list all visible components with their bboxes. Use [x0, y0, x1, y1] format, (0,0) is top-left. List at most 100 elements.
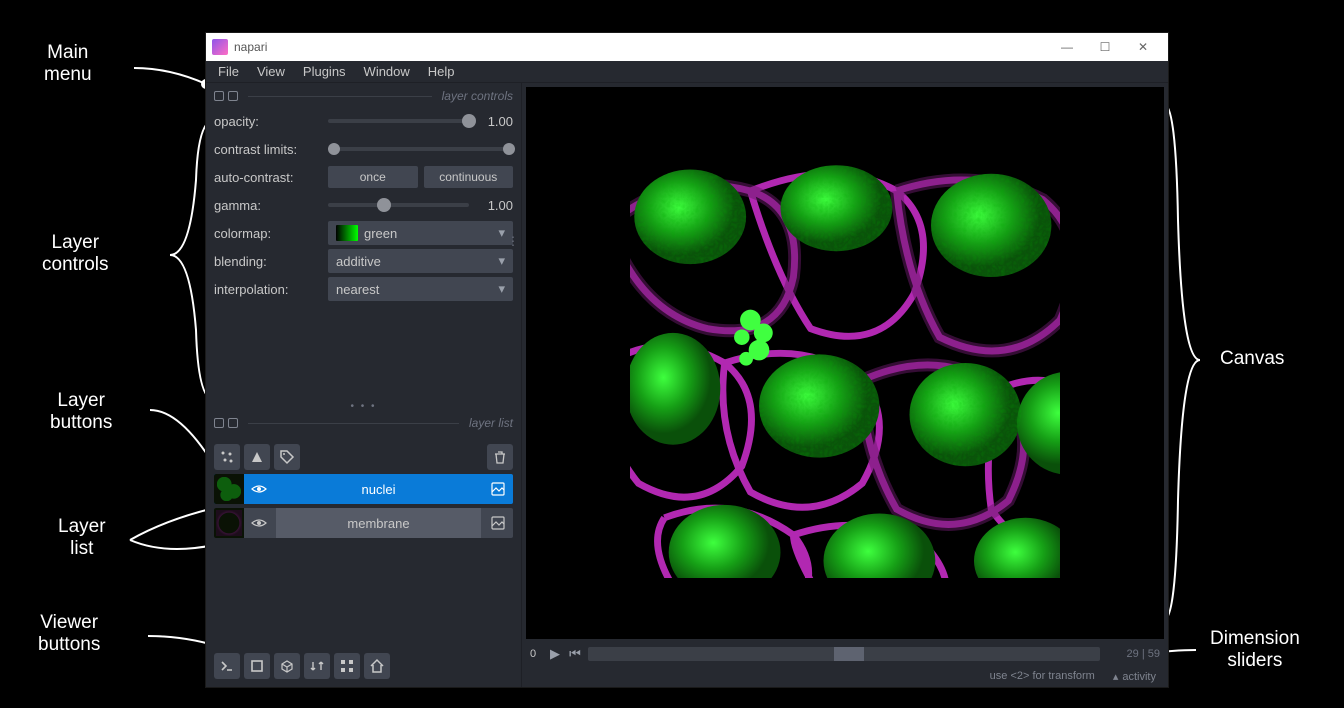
new-points-button[interactable]: [214, 444, 240, 470]
annotation-main-menu: Main menu: [44, 42, 92, 86]
layer-row-membrane[interactable]: membrane: [214, 508, 513, 538]
points-icon: [219, 449, 235, 465]
blending-value: additive: [336, 254, 381, 269]
layer-type-icon: [483, 482, 513, 496]
status-bar: use <2> for transform activity: [522, 665, 1168, 687]
app-window: napari — ☐ ✕ File View Plugins Window He…: [206, 33, 1168, 687]
panel-toggle-icon[interactable]: [214, 91, 224, 101]
auto-contrast-continuous-button[interactable]: continuous: [424, 166, 514, 188]
layer-name: membrane: [347, 516, 409, 531]
panel-float-icon[interactable]: [228, 91, 238, 101]
transpose-button[interactable]: [304, 653, 330, 679]
new-shapes-button[interactable]: [244, 444, 270, 470]
layer-controls-panel: layer controls opacity: 1.00 contrast li…: [206, 83, 521, 399]
window-maximize-button[interactable]: ☐: [1086, 35, 1124, 59]
layer-list-panel: layer list: [206, 414, 521, 440]
gamma-slider[interactable]: [328, 203, 469, 207]
title-bar[interactable]: napari — ☐ ✕: [206, 33, 1168, 61]
panel-toggle-icon[interactable]: [214, 418, 224, 428]
annotation-dim-sliders: Dimension sliders: [1210, 628, 1300, 672]
window-minimize-button[interactable]: —: [1048, 35, 1086, 59]
layer-visibility-toggle[interactable]: [244, 481, 274, 497]
home-button[interactable]: [364, 653, 390, 679]
interpolation-value: nearest: [336, 282, 379, 297]
ndisplay-button[interactable]: [244, 653, 270, 679]
layer-thumbnail: [214, 508, 244, 538]
grid-icon: [339, 658, 355, 674]
app-icon: [212, 39, 228, 55]
eye-icon: [251, 481, 267, 497]
layer-visibility-toggle[interactable]: [244, 515, 274, 531]
activity-toggle[interactable]: activity: [1113, 670, 1156, 683]
colormap-label: colormap:: [214, 226, 322, 241]
viewer-buttons-row: [206, 645, 521, 687]
menu-window[interactable]: Window: [356, 62, 418, 81]
image-icon: [491, 516, 505, 530]
blending-select[interactable]: additive ▾: [328, 249, 513, 273]
console-icon: [219, 658, 235, 674]
panel-float-icon[interactable]: [228, 418, 238, 428]
canvas[interactable]: [526, 87, 1164, 639]
blending-label: blending:: [214, 254, 322, 269]
home-icon: [369, 658, 385, 674]
trash-icon: [492, 449, 508, 465]
opacity-slider[interactable]: [328, 119, 469, 123]
dim-readout: 29 | 59: [1106, 648, 1160, 660]
gamma-value: 1.00: [477, 198, 513, 213]
side-panel: layer controls opacity: 1.00 contrast li…: [206, 83, 522, 687]
eye-icon: [251, 515, 267, 531]
annotation-viewer-buttons: Viewer buttons: [38, 612, 100, 656]
interpolation-label: interpolation:: [214, 282, 322, 297]
menu-bar: File View Plugins Window Help: [206, 61, 1168, 83]
opacity-label: opacity:: [214, 114, 322, 129]
dim-play-button[interactable]: ▶: [548, 647, 562, 661]
layer-name: nuclei: [362, 482, 396, 497]
layer-thumbnail: [214, 474, 244, 504]
menu-help[interactable]: Help: [420, 62, 463, 81]
tag-icon: [279, 449, 295, 465]
menu-view[interactable]: View: [249, 62, 293, 81]
annotation-layer-list: Layer list: [58, 516, 106, 560]
menu-plugins[interactable]: Plugins: [295, 62, 354, 81]
roll-dims-button[interactable]: [274, 653, 300, 679]
contrast-label: contrast limits:: [214, 142, 322, 157]
cube-roll-icon: [279, 658, 295, 674]
panel-splitter[interactable]: • • •: [206, 399, 521, 414]
annotation-canvas: Canvas: [1220, 348, 1284, 370]
interpolation-select[interactable]: nearest ▾: [328, 277, 513, 301]
dim-axis-label: 0: [530, 648, 542, 660]
menu-file[interactable]: File: [210, 62, 247, 81]
panel-resize-handle[interactable]: ⋮: [507, 239, 519, 243]
delete-layer-button[interactable]: [487, 444, 513, 470]
layer-controls-title: layer controls: [442, 89, 513, 103]
colormap-value: green: [364, 226, 397, 241]
dim-slider[interactable]: [588, 647, 1100, 661]
chevron-down-icon: ▾: [498, 225, 505, 241]
layer-row-nuclei[interactable]: nuclei: [214, 474, 513, 504]
dim-step-button[interactable]: ⏮: [568, 647, 582, 661]
status-hint: use <2> for transform: [990, 670, 1095, 682]
contrast-slider[interactable]: [328, 147, 513, 151]
window-close-button[interactable]: ✕: [1124, 35, 1162, 59]
opacity-value: 1.00: [477, 114, 513, 129]
layer-type-icon: [483, 516, 513, 530]
image-icon: [491, 482, 505, 496]
auto-contrast-once-button[interactable]: once: [328, 166, 418, 188]
dimension-slider-row: 0 ▶ ⏮ 29 | 59: [522, 643, 1168, 665]
chevron-down-icon: ▾: [498, 253, 505, 269]
window-title: napari: [234, 40, 267, 54]
layer-list: nuclei membrane: [206, 474, 521, 546]
annotation-layer-buttons: Layer buttons: [50, 390, 112, 434]
chevron-down-icon: ▾: [498, 281, 505, 297]
shapes-icon: [249, 449, 265, 465]
layer-list-title: layer list: [469, 416, 513, 430]
auto-contrast-label: auto-contrast:: [214, 170, 322, 185]
gamma-label: gamma:: [214, 198, 322, 213]
console-button[interactable]: [214, 653, 240, 679]
transpose-icon: [309, 658, 325, 674]
layer-buttons-row: [206, 440, 521, 474]
colormap-select[interactable]: green ▾: [328, 221, 513, 245]
new-labels-button[interactable]: [274, 444, 300, 470]
annotation-layer-controls: Layer controls: [42, 232, 109, 276]
grid-button[interactable]: [334, 653, 360, 679]
